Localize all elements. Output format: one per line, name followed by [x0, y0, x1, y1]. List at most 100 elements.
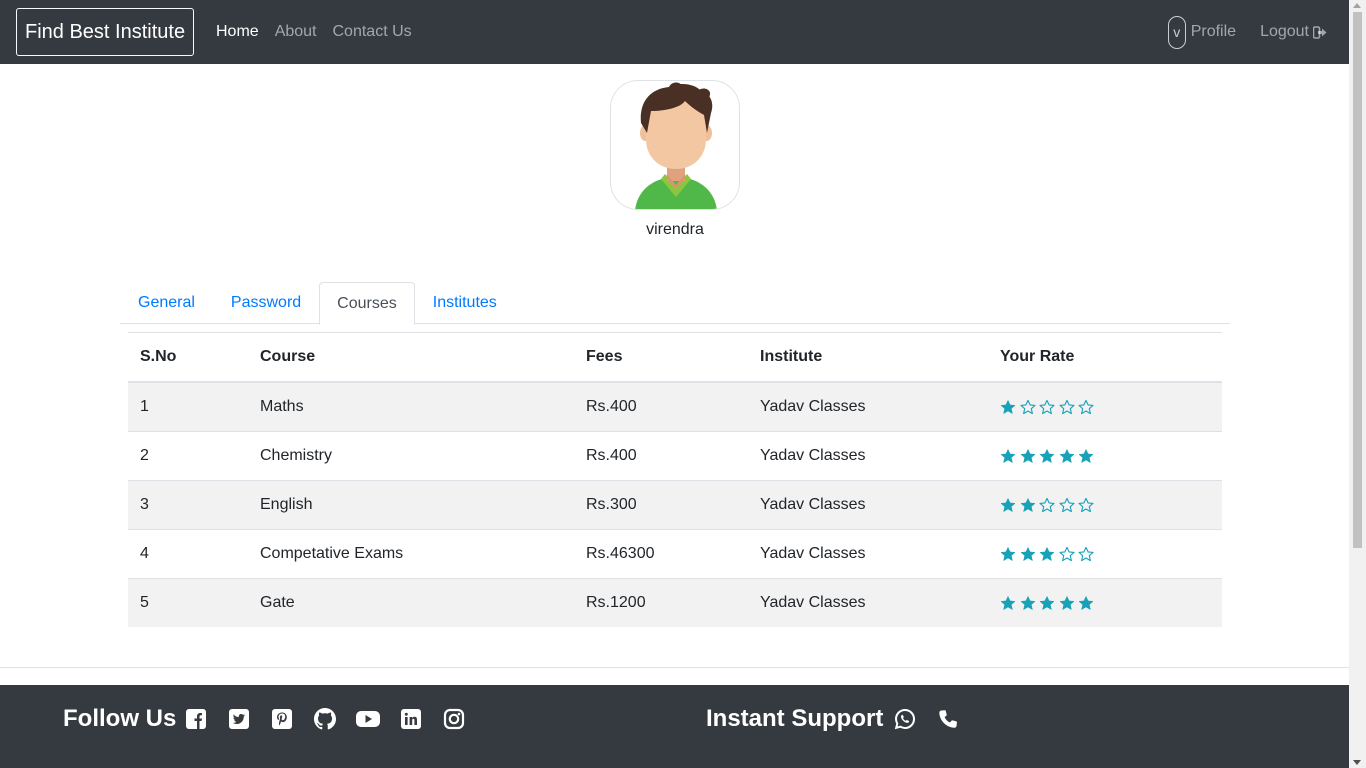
scroll-down-arrow-icon[interactable]	[1353, 760, 1361, 765]
cell-rating	[988, 479, 1222, 529]
cell-institute: Yadav Classes	[748, 479, 988, 529]
cell-sno: 4	[128, 528, 248, 578]
user-avatar-icon	[635, 82, 717, 209]
table-row: 2 Chemistry Rs.400 Yadav Classes	[128, 430, 1222, 480]
star-filled-icon[interactable]	[1000, 546, 1016, 562]
cell-fees: Rs.400	[574, 381, 748, 431]
star-rating[interactable]	[1000, 497, 1210, 513]
cell-sno: 2	[128, 430, 248, 480]
cell-institute: Yadav Classes	[748, 430, 988, 480]
sign-out-icon	[1313, 25, 1327, 39]
star-filled-icon[interactable]	[1059, 595, 1075, 611]
star-rating[interactable]	[1000, 595, 1210, 611]
star-filled-icon[interactable]	[1078, 595, 1094, 611]
profile-username: virendra	[646, 221, 704, 238]
star-empty-icon[interactable]	[1058, 497, 1075, 513]
whatsapp-icon[interactable]	[893, 707, 917, 731]
cell-sno: 3	[128, 479, 248, 529]
cell-sno: 5	[128, 577, 248, 627]
star-filled-icon[interactable]	[1059, 448, 1075, 464]
support-links	[893, 707, 979, 731]
header-institute: Institute	[748, 333, 988, 383]
tab-institutes[interactable]: Institutes	[415, 282, 515, 324]
profile-tabs: General Password Courses Institutes	[120, 282, 1230, 325]
scroll-up-arrow-icon[interactable]	[1353, 3, 1361, 8]
table-row: 1 Maths Rs.400 Yadav Classes	[128, 381, 1222, 431]
star-empty-icon[interactable]	[1078, 399, 1094, 415]
star-filled-icon[interactable]	[1020, 546, 1036, 562]
twitter-icon[interactable]	[227, 707, 251, 731]
star-empty-icon[interactable]	[1019, 399, 1036, 415]
table-row: 4 Competative Exams Rs.46300 Yadav Class…	[128, 528, 1222, 578]
cell-course: English	[248, 479, 574, 529]
github-icon[interactable]	[313, 707, 337, 731]
brand-logo[interactable]: Find Best Institute	[16, 8, 195, 56]
phone-icon[interactable]	[936, 707, 960, 731]
cell-rating	[988, 528, 1222, 578]
footer: Follow Us Instant Support	[0, 685, 1349, 768]
navbar: Find Best Institute Home About Contact U…	[0, 0, 1349, 64]
scrollbar[interactable]	[1349, 0, 1366, 768]
tab-courses[interactable]: Courses	[319, 282, 415, 325]
star-rating[interactable]	[1000, 399, 1210, 415]
star-rating[interactable]	[1000, 546, 1210, 562]
table-row: 3 English Rs.300 Yadav Classes	[128, 479, 1222, 529]
header-your-rate: Your Rate	[988, 333, 1222, 383]
star-filled-icon[interactable]	[1020, 497, 1036, 513]
tab-password[interactable]: Password	[213, 282, 319, 324]
cell-rating	[988, 577, 1222, 627]
nav-right: v Profile Logout	[1167, 0, 1327, 64]
nav-links: Home About Contact Us	[208, 0, 420, 64]
courses-table: S.No Course Fees Institute Your Rate 1 M…	[128, 333, 1222, 627]
footer-divider	[0, 667, 1349, 668]
header-sno: S.No	[128, 333, 248, 383]
star-filled-icon[interactable]	[1000, 497, 1016, 513]
star-empty-icon[interactable]	[1078, 546, 1094, 562]
instant-support-heading: Instant Support	[706, 705, 884, 732]
social-links	[184, 707, 485, 731]
cell-fees: Rs.300	[574, 479, 748, 529]
profile-picture	[610, 80, 740, 210]
cell-course: Gate	[248, 577, 574, 627]
star-filled-icon[interactable]	[1000, 399, 1016, 415]
cell-fees: Rs.400	[574, 430, 748, 480]
star-rating[interactable]	[1000, 448, 1210, 464]
scroll-thumb[interactable]	[1353, 12, 1362, 548]
logout-link[interactable]: Logout	[1260, 23, 1327, 41]
star-filled-icon[interactable]	[1000, 595, 1016, 611]
star-filled-icon[interactable]	[1020, 595, 1036, 611]
cell-rating	[988, 430, 1222, 480]
star-filled-icon[interactable]	[1000, 448, 1016, 464]
cell-institute: Yadav Classes	[748, 381, 988, 431]
star-empty-icon[interactable]	[1078, 497, 1094, 513]
cell-institute: Yadav Classes	[748, 528, 988, 578]
nav-contact-link[interactable]: Contact Us	[325, 23, 420, 41]
pinterest-icon[interactable]	[270, 707, 294, 731]
star-filled-icon[interactable]	[1039, 546, 1055, 562]
star-empty-icon[interactable]	[1058, 399, 1075, 415]
star-filled-icon[interactable]	[1078, 448, 1094, 464]
star-empty-icon[interactable]	[1058, 546, 1075, 562]
star-filled-icon[interactable]	[1020, 448, 1036, 464]
cell-fees: Rs.46300	[574, 528, 748, 578]
cell-sno: 1	[128, 381, 248, 431]
courses-table-container: S.No Course Fees Institute Your Rate 1 M…	[128, 332, 1222, 627]
cell-course: Chemistry	[248, 430, 574, 480]
star-filled-icon[interactable]	[1039, 595, 1055, 611]
table-row: 5 Gate Rs.1200 Yadav Classes	[128, 577, 1222, 627]
star-empty-icon[interactable]	[1039, 399, 1055, 415]
facebook-icon[interactable]	[184, 707, 208, 731]
profile-avatar: v	[1167, 15, 1186, 49]
nav-home-link[interactable]: Home	[208, 23, 267, 41]
page: Find Best Institute Home About Contact U…	[0, 0, 1366, 768]
linkedin-icon[interactable]	[399, 707, 423, 731]
cell-fees: Rs.1200	[574, 577, 748, 627]
youtube-icon[interactable]	[356, 707, 380, 731]
instagram-icon[interactable]	[442, 707, 466, 731]
star-empty-icon[interactable]	[1039, 497, 1055, 513]
cell-institute: Yadav Classes	[748, 577, 988, 627]
star-filled-icon[interactable]	[1039, 448, 1055, 464]
tab-general[interactable]: General	[120, 282, 213, 324]
nav-about-link[interactable]: About	[267, 23, 325, 41]
profile-link[interactable]: v Profile	[1167, 15, 1236, 49]
